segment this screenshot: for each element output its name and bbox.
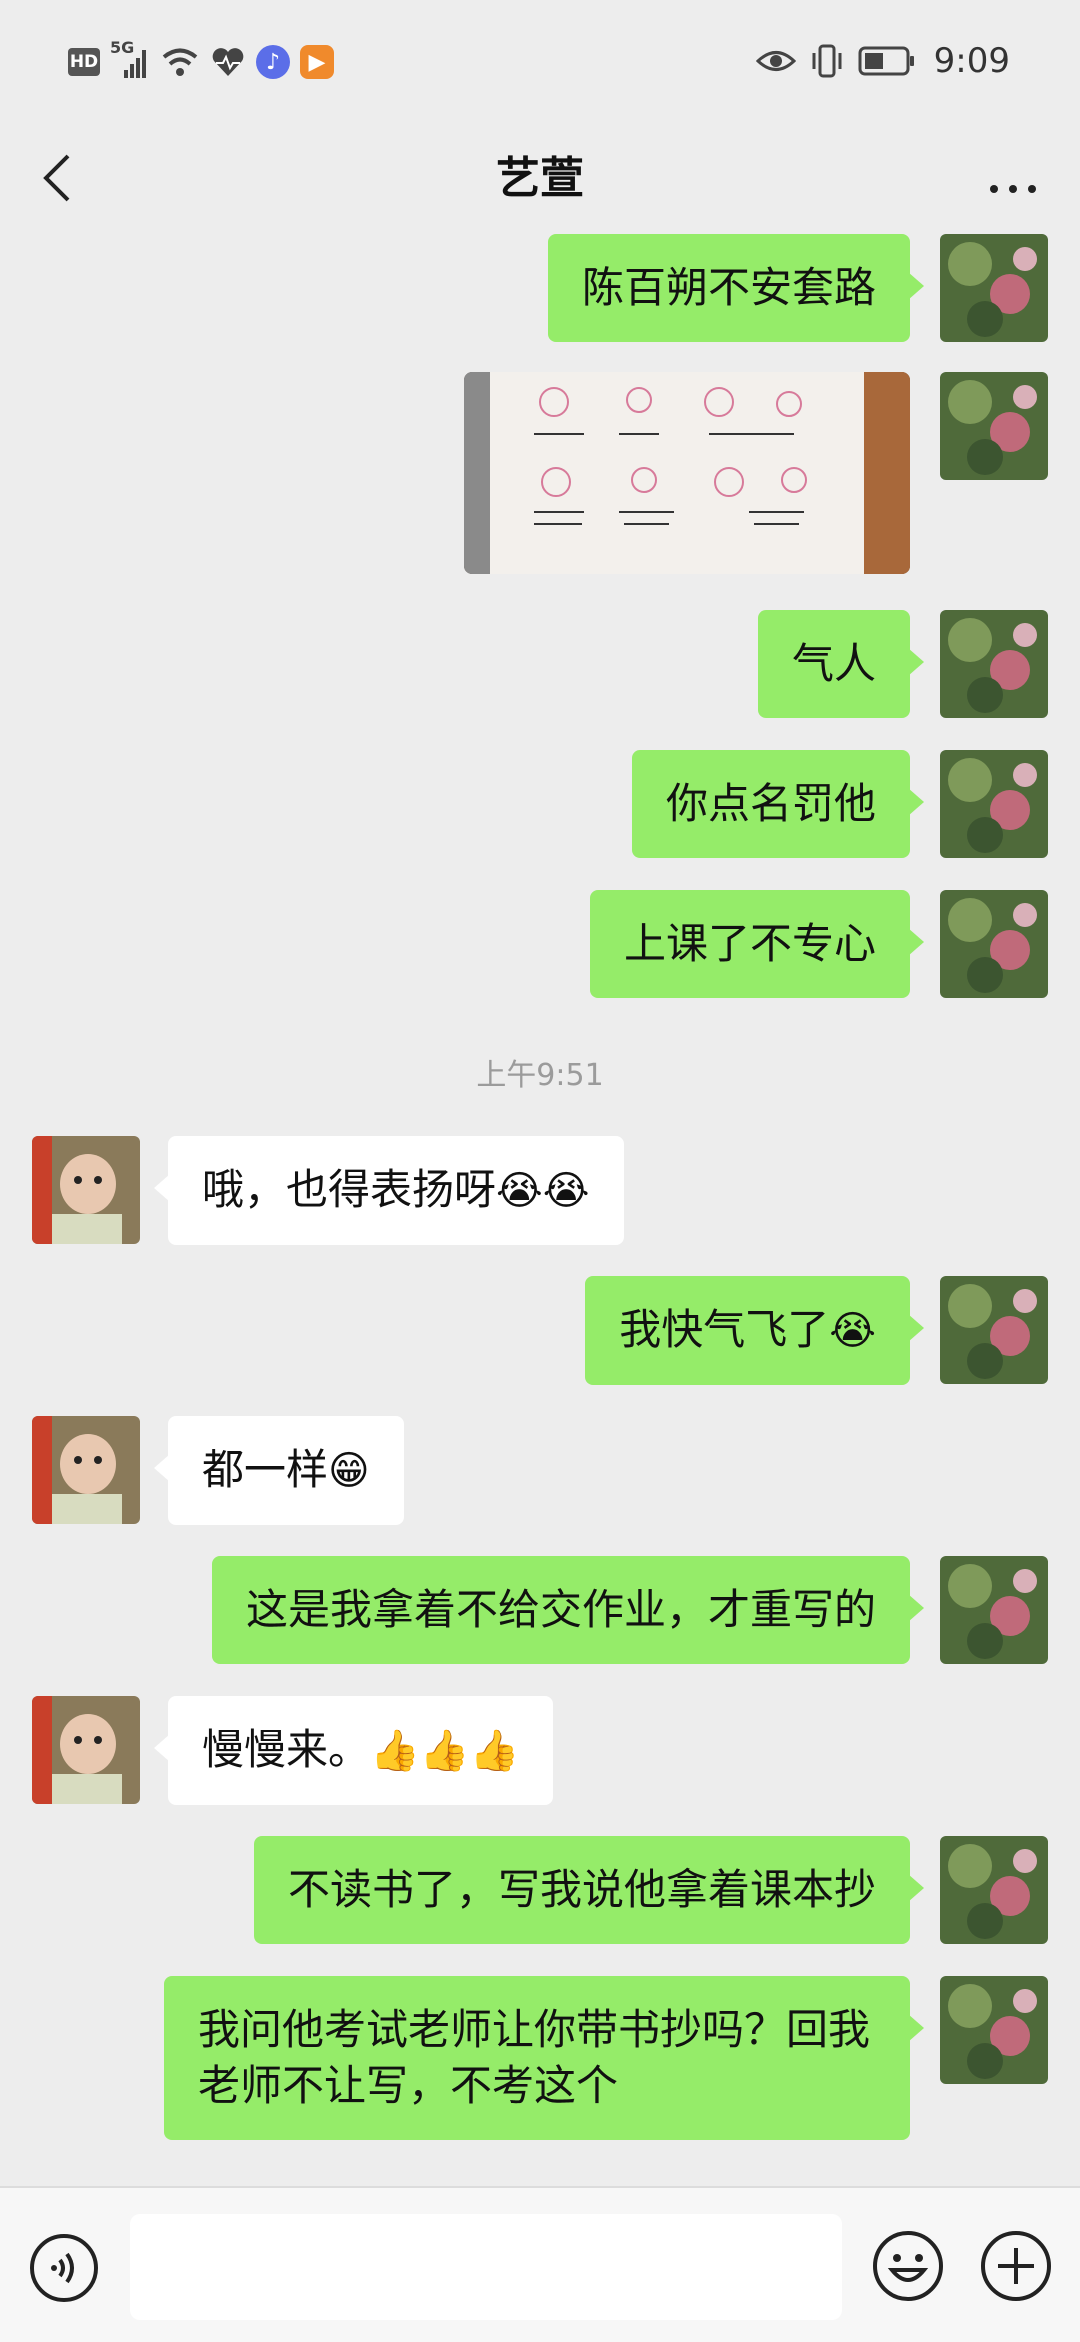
status-bar: HD 5G ♪ ▶ 9:09	[0, 0, 1080, 120]
eye-icon	[755, 51, 796, 71]
emoji-button[interactable]	[870, 2228, 946, 2304]
my-avatar[interactable]	[940, 890, 1048, 998]
wifi-icon	[162, 48, 198, 76]
more-button[interactable]	[980, 142, 1050, 212]
message-text: 你点名罚他	[665, 779, 876, 828]
plus-button[interactable]	[978, 2228, 1054, 2304]
video-app-icon: ▶	[300, 45, 334, 79]
message-text: 陈百朔不安套路	[581, 263, 876, 312]
my-avatar[interactable]	[940, 1556, 1048, 1664]
my-avatar[interactable]	[940, 372, 1048, 480]
emoji-icon	[873, 2231, 943, 2301]
plus-icon	[981, 2231, 1051, 2301]
my-avatar[interactable]	[940, 750, 1048, 858]
incoming-message-bubble[interactable]: 都一样😁	[154, 1416, 404, 1525]
message-text: 都一样	[202, 1445, 329, 1494]
status-right-icons: 9:09	[755, 36, 1010, 86]
thumbs-up-emoji-icon: 👍👍👍	[370, 1728, 520, 1774]
message-list[interactable]: 陈百朔不安套路 气人 你点名罚他 上课了不专心 上午9:51 哦，也得表扬呀😭😭…	[0, 232, 1080, 2186]
hd-icon: HD	[68, 48, 100, 76]
crying-laughing-emoji-icon: 😭	[829, 1308, 876, 1354]
more-dots-icon	[990, 185, 1036, 193]
outgoing-message-bubble[interactable]: 我快气飞了😭	[585, 1276, 924, 1385]
crying-laughing-emoji-icon: 😭😭	[496, 1168, 590, 1214]
outgoing-message-bubble[interactable]: 这是我拿着不给交作业，才重写的	[211, 1556, 925, 1664]
chat-title: 艺萱	[496, 153, 584, 204]
message-text: 哦，也得表扬呀	[202, 1165, 497, 1214]
message-text: 气人	[791, 639, 876, 688]
my-avatar[interactable]	[940, 1276, 1048, 1384]
message-text: 慢慢来。	[202, 1725, 371, 1774]
chat-header: 艺萱	[0, 120, 1080, 232]
outgoing-message-bubble[interactable]: 上课了不专心	[589, 890, 925, 998]
outgoing-message-bubble[interactable]: 你点名罚他	[631, 750, 925, 858]
status-time: 9:09	[933, 41, 1010, 81]
grinning-emoji-icon: 😁	[328, 1448, 370, 1494]
my-avatar[interactable]	[940, 610, 1048, 718]
voice-icon	[30, 2234, 98, 2302]
image-message[interactable]	[464, 372, 910, 574]
incoming-message-bubble[interactable]: 慢慢来。👍👍👍	[153, 1696, 554, 1805]
my-avatar[interactable]	[940, 1976, 1048, 2084]
music-app-icon: ♪	[256, 45, 290, 79]
contact-avatar[interactable]	[32, 1416, 140, 1524]
battery-icon	[858, 46, 914, 76]
message-text: 我问他考试老师让你带书抄吗？回我老师不让写，不考这个	[198, 2005, 871, 2110]
contact-avatar[interactable]	[32, 1136, 140, 1244]
outgoing-message-bubble[interactable]: 气人	[757, 610, 925, 718]
voice-button[interactable]	[28, 2232, 100, 2304]
heart-icon	[212, 48, 244, 76]
message-text: 不读书了，写我说他拿着课本抄	[287, 1865, 876, 1914]
contact-avatar[interactable]	[32, 1696, 140, 1804]
signal-icon: 5G	[110, 38, 150, 82]
my-avatar[interactable]	[940, 234, 1048, 342]
input-bar	[0, 2186, 1080, 2342]
message-text: 我快气飞了	[619, 1305, 830, 1354]
status-left-icons: HD 5G ♪ ▶	[68, 38, 334, 84]
message-text: 这是我拿着不给交作业，才重写的	[245, 1585, 876, 1634]
outgoing-message-bubble[interactable]: 我问他考试老师让你带书抄吗？回我老师不让写，不考这个	[164, 1976, 924, 2140]
outgoing-message-bubble[interactable]: 不读书了，写我说他拿着课本抄	[253, 1836, 925, 1944]
message-text: 上课了不专心	[623, 919, 876, 968]
vibrate-icon	[812, 44, 842, 78]
outgoing-message-bubble[interactable]: 陈百朔不安套路	[547, 234, 925, 342]
message-input[interactable]	[130, 2214, 842, 2320]
message-timestamp: 上午9:51	[476, 1058, 604, 1093]
my-avatar[interactable]	[940, 1836, 1048, 1944]
incoming-message-bubble[interactable]: 哦，也得表扬呀😭😭	[154, 1136, 624, 1245]
